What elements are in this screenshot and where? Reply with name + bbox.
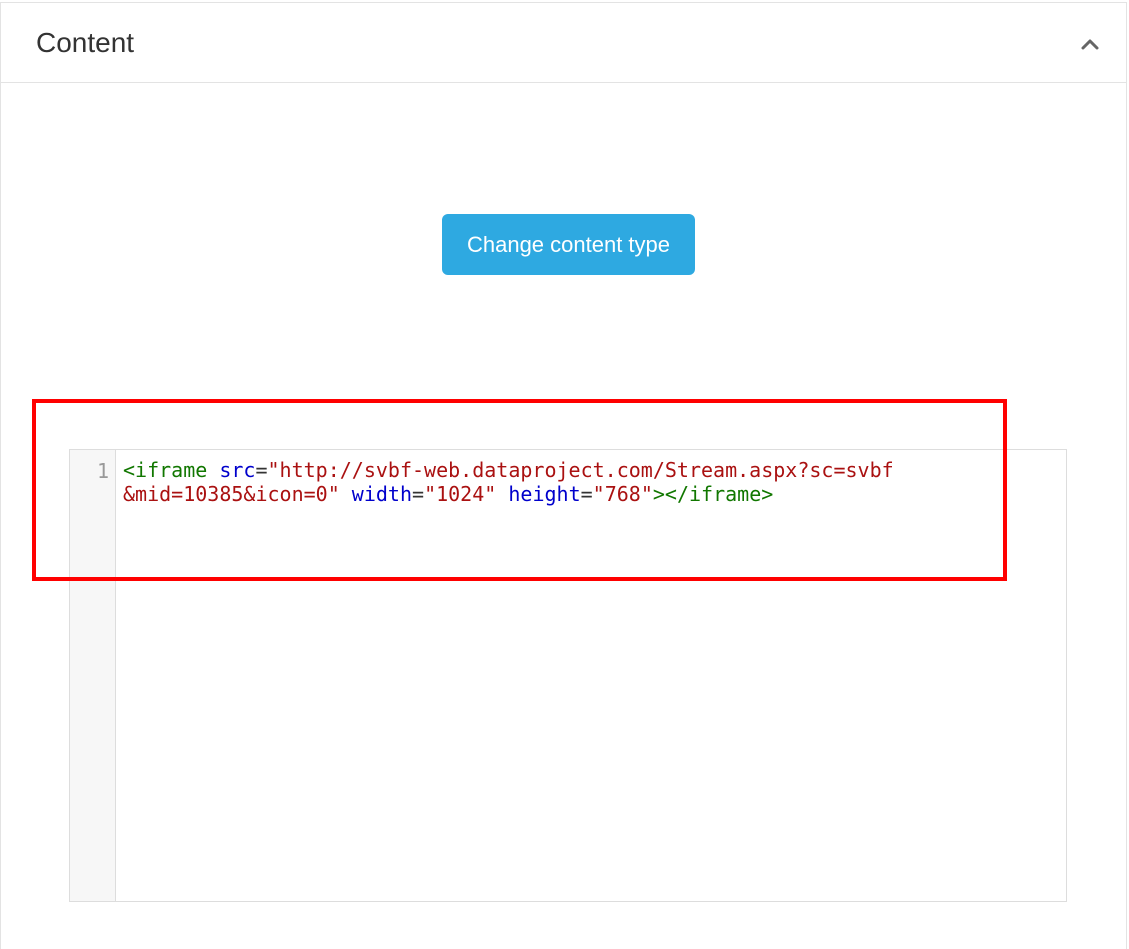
code-token-tag: ></iframe> [652,482,774,506]
panel-title: Content [36,27,135,58]
line-number-gutter: 1 [70,450,116,901]
code-token-equals: = [255,458,268,482]
code-token-tag: <iframe [123,458,208,482]
code-line[interactable]: <iframe src="http://svbf-web.dataproject… [123,458,903,506]
line-number: 1 [96,459,109,483]
code-token-attribute: src [219,458,256,482]
code-token-equals: = [412,482,425,506]
change-content-type-button[interactable]: Change content type [442,214,695,275]
chevron-up-icon[interactable] [1078,33,1102,57]
code-token-string: "768" [592,482,653,506]
code-editor[interactable]: 1 <iframe src="http://svbf-web.dataproje… [69,449,1067,902]
code-token-attribute: height [508,482,581,506]
code-token-string: "1024" [424,482,497,506]
panel-header[interactable]: Content [1,3,1126,83]
code-token-attribute: width [351,482,413,506]
code-token-equals: = [580,482,593,506]
